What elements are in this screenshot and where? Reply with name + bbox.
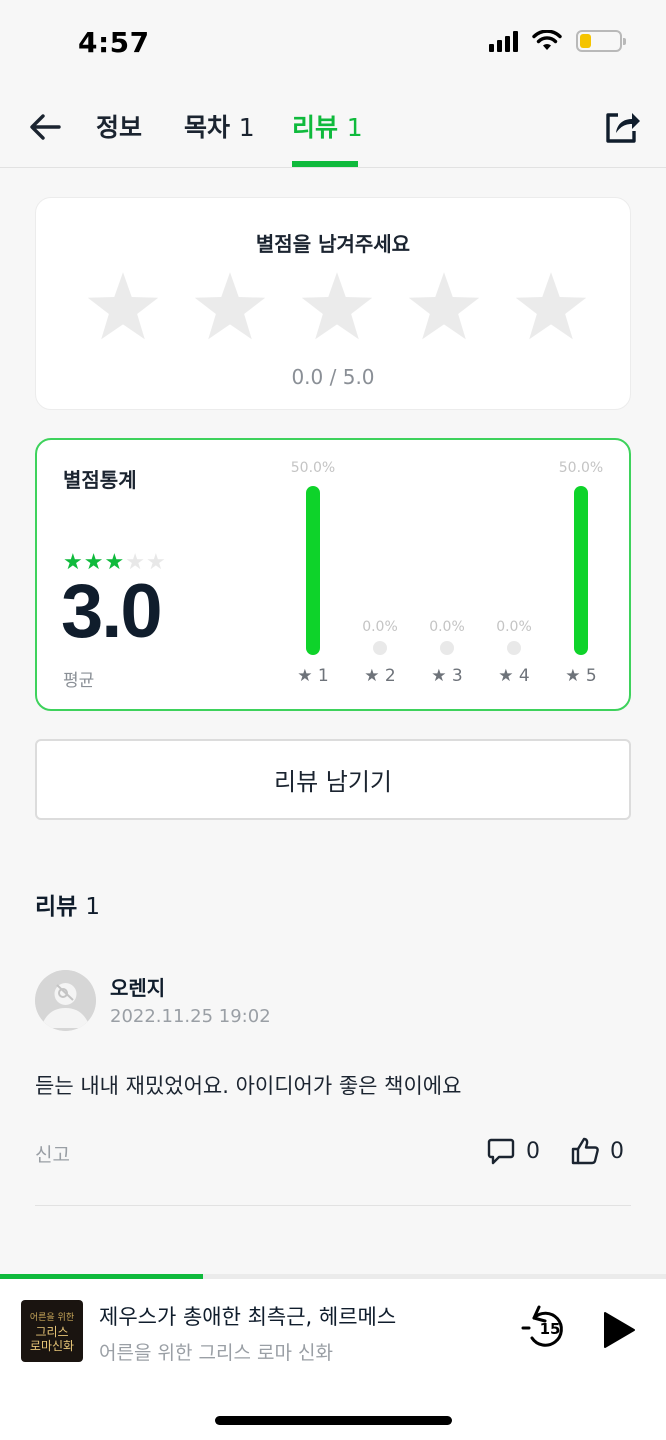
rewind-seconds: 15 xyxy=(540,1320,561,1338)
rating-bar-1-label: ★ 1 xyxy=(297,666,329,686)
rating-bar-5-label: ★ 5 xyxy=(565,666,597,686)
rating-bar-5-percent: 50.0% xyxy=(558,460,604,476)
rating-bar-1-percent: 50.0% xyxy=(290,460,336,476)
rating-bar-3-label: ★ 3 xyxy=(431,666,463,686)
playback-progress-track[interactable] xyxy=(0,1274,666,1279)
comment-button[interactable]: 0 xyxy=(486,1136,540,1166)
book-cover-line-2: 로마신화 xyxy=(29,1338,75,1353)
tab-info[interactable]: 정보 xyxy=(96,108,142,144)
book-cover-subtitle: 어른을 위한 xyxy=(29,1312,75,1323)
status-time: 4:57 xyxy=(78,26,150,59)
rating-bar-1-fill xyxy=(306,486,320,655)
rate-star-5-icon[interactable] xyxy=(514,270,588,344)
average-rating-value: 3.0 xyxy=(61,569,163,654)
back-arrow-icon[interactable] xyxy=(26,108,64,146)
rating-score-text: 0.0 / 5.0 xyxy=(291,365,375,389)
review-text: 듣는 내내 재밌었어요. 아이디어가 좋은 책이에요 xyxy=(35,1074,462,1098)
tab-toc-count: 1 xyxy=(238,113,255,142)
rating-bar-4: 0.0% ★ 4 xyxy=(484,460,544,690)
reviews-count: 1 xyxy=(85,894,100,920)
reviews-heading: 리뷰 1 xyxy=(35,887,100,921)
average-label: 평균 xyxy=(63,671,95,691)
tab-review-count: 1 xyxy=(346,113,363,142)
rate-star-4-icon[interactable] xyxy=(407,270,481,344)
rating-bar-2-dot xyxy=(373,641,387,655)
rate-star-2-icon[interactable] xyxy=(193,270,267,344)
like-button[interactable]: 0 xyxy=(570,1136,624,1166)
status-icons xyxy=(489,30,626,52)
rating-bar-3-dot xyxy=(440,641,454,655)
home-indicator[interactable] xyxy=(215,1416,452,1425)
rating-bar-5-fill xyxy=(574,486,588,655)
rating-bar-3: 0.0% ★ 3 xyxy=(417,460,477,690)
play-icon[interactable] xyxy=(600,1310,638,1350)
tab-toc[interactable]: 목차 1 xyxy=(184,108,255,144)
reviewer-name: 오렌지 xyxy=(110,976,166,1000)
write-review-button[interactable]: 리뷰 남기기 xyxy=(35,739,631,820)
tab-info-label: 정보 xyxy=(96,113,143,142)
reviewer-avatar[interactable] xyxy=(35,970,96,1031)
report-link[interactable]: 신고 xyxy=(35,1140,70,1167)
comment-bubble-icon xyxy=(487,1138,515,1165)
playback-progress-fill xyxy=(0,1274,204,1279)
share-icon[interactable] xyxy=(602,106,642,146)
rating-bar-4-label: ★ 4 xyxy=(498,666,530,686)
review-divider xyxy=(35,1205,631,1206)
book-cover[interactable]: 어른을 위한 그리스 로마신화 xyxy=(21,1300,83,1362)
reviews-heading-label: 리뷰 xyxy=(35,894,78,920)
episode-title[interactable]: 제우스가 총애한 최측근, 헤르메스 xyxy=(99,1301,396,1331)
book-title: 어른을 위한 그리스 로마 신화 xyxy=(99,1342,333,1364)
rating-bar-3-percent: 0.0% xyxy=(429,619,465,635)
book-cover-line-1: 그리스 xyxy=(35,1324,69,1339)
tab-review-label: 리뷰 xyxy=(292,113,339,142)
tab-toc-label: 목차 xyxy=(184,113,231,142)
rating-bar-2: 0.0% ★ 2 xyxy=(350,460,410,690)
rating-stats-title: 별점통계 xyxy=(63,468,137,492)
rating-bar-1: 50.0% ★ 1 xyxy=(283,460,343,690)
status-bar: 4:57 xyxy=(0,0,666,90)
rate-star-3-icon[interactable] xyxy=(300,270,374,344)
default-avatar-icon xyxy=(35,970,96,1031)
rating-bar-5: 50.0% ★ 5 xyxy=(551,460,611,690)
battery-icon xyxy=(576,30,626,52)
tab-review[interactable]: 리뷰 1 xyxy=(292,108,363,144)
rewind-15-icon[interactable]: 15 xyxy=(520,1302,572,1354)
rate-star-1-icon[interactable] xyxy=(86,270,160,344)
battery-level-fill xyxy=(580,34,591,48)
rating-input-card: 별점을 남겨주세요 0.0 / 5.0 xyxy=(35,197,631,410)
rating-bar-2-label: ★ 2 xyxy=(364,666,396,686)
rating-bar-4-percent: 0.0% xyxy=(496,619,532,635)
rating-stats-card: 별점통계 ★ ★ ★ ★ ★ 3.0 평균 50.0% ★ 1 0.0% ★ 2… xyxy=(35,438,631,711)
comment-count: 0 xyxy=(526,1138,540,1164)
rating-stars xyxy=(86,270,588,344)
rating-bar-2-percent: 0.0% xyxy=(362,619,398,635)
thumbs-up-icon xyxy=(571,1137,599,1165)
cellular-signal-icon xyxy=(489,30,518,52)
wifi-icon xyxy=(532,30,562,50)
active-tab-indicator xyxy=(292,161,358,167)
top-nav: 정보 목차 1 리뷰 1 xyxy=(0,90,666,168)
like-count: 0 xyxy=(610,1138,624,1164)
rating-prompt: 별점을 남겨주세요 xyxy=(255,232,411,256)
review-date: 2022.11.25 19:02 xyxy=(110,1006,271,1027)
rating-bar-4-dot xyxy=(507,641,521,655)
